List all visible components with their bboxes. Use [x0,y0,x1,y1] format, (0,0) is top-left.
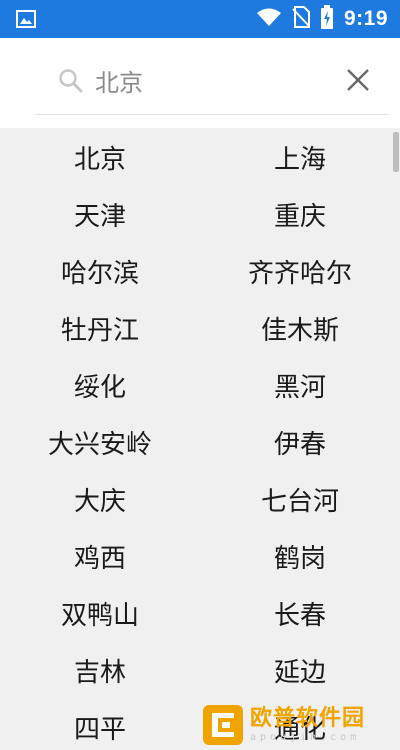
city-item[interactable]: 牡丹江 [0,300,200,357]
watermark-title: 欧普软件园 [250,706,366,731]
city-item[interactable]: 鹤岗 [200,528,400,585]
close-icon[interactable] [342,64,374,96]
battery-charging-icon [320,5,334,33]
image-icon [16,10,36,28]
city-list[interactable]: 北京 上海 天津 重庆 哈尔滨 齐齐哈尔 牡丹江 佳木斯 绥化 黑河 大兴安岭 … [0,128,400,750]
status-bar: 9:19 [0,0,400,38]
city-item[interactable]: 鸡西 [0,528,200,585]
watermark: 欧普软件园 apoujin.com [200,700,400,750]
status-time: 9:19 [343,7,388,30]
city-item[interactable]: 大庆 [0,471,200,528]
city-item[interactable]: 七台河 [200,471,400,528]
city-item[interactable]: 大兴安岭 [0,414,200,471]
city-item[interactable]: 齐齐哈尔 [200,243,400,300]
city-item[interactable]: 哈尔滨 [0,243,200,300]
search-underline [36,114,388,115]
city-item[interactable]: 重庆 [200,186,400,243]
no-sim-icon [292,6,310,32]
city-item[interactable]: 伊春 [200,414,400,471]
city-item[interactable]: 天津 [0,186,200,243]
search-bar [0,38,400,128]
watermark-url: apoujin.com [250,732,361,743]
watermark-logo-icon [202,704,244,746]
city-item[interactable]: 长春 [200,585,400,642]
city-item[interactable]: 上海 [200,129,400,186]
city-item[interactable]: 四平 [0,699,200,750]
search-input[interactable] [95,60,325,100]
city-item[interactable]: 北京 [0,129,200,186]
city-item[interactable]: 双鸭山 [0,585,200,642]
city-item[interactable]: 佳木斯 [200,300,400,357]
wifi-icon [256,7,282,31]
city-item[interactable]: 吉林 [0,642,200,699]
city-item[interactable]: 绥化 [0,357,200,414]
scrollbar-thumb[interactable] [393,132,399,172]
search-icon [58,68,84,94]
city-item[interactable]: 黑河 [200,357,400,414]
city-item[interactable]: 延边 [200,642,400,699]
